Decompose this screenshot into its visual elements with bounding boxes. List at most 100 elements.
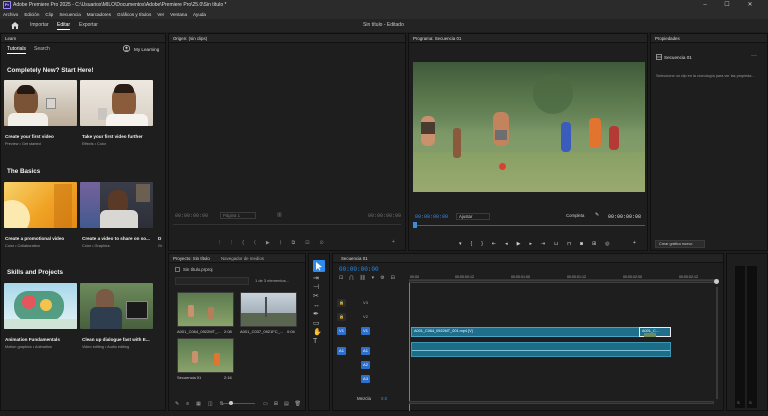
- icon-view-icon[interactable]: ▦: [196, 401, 201, 407]
- ripple-edit-icon[interactable]: ⊣: [313, 283, 322, 292]
- mark-out-icon[interactable]: ⁝: [231, 240, 233, 246]
- minimize-button[interactable]: –: [696, 0, 714, 10]
- track-label-v3[interactable]: V3: [361, 299, 370, 307]
- go-to-in-icon[interactable]: ⇤: [492, 241, 496, 247]
- audio-clip[interactable]: [411, 342, 671, 357]
- go-to-in-icon[interactable]: {: [242, 240, 244, 246]
- create-graphic-button[interactable]: Crear gráfico nuevo: [655, 240, 705, 248]
- wrench-icon[interactable]: ✎: [595, 212, 599, 218]
- pencil-icon[interactable]: ✎: [175, 401, 179, 407]
- more-options-icon[interactable]: ···: [751, 53, 757, 59]
- tutorial-thumbnail[interactable]: [80, 283, 153, 329]
- camera-icon[interactable]: ◙: [580, 241, 583, 247]
- zoom-slider[interactable]: [221, 403, 255, 404]
- mark-in-icon[interactable]: ⁝: [219, 240, 221, 246]
- play-icon[interactable]: ▶: [266, 240, 270, 246]
- maximize-button[interactable]: ☐: [718, 0, 736, 10]
- project-item-thumbnail[interactable]: [177, 338, 234, 373]
- menu-graficos[interactable]: Gráficos y títulos: [117, 12, 151, 17]
- tab-media-browser[interactable]: Navegador de medios: [221, 256, 264, 261]
- timeline-scrollbar[interactable]: [716, 287, 718, 399]
- track-label-v1[interactable]: V1: [361, 327, 370, 335]
- type-icon[interactable]: T: [313, 337, 322, 346]
- tutorial-thumbnail[interactable]: [4, 182, 77, 228]
- menu-marcadores[interactable]: Marcadores: [87, 12, 111, 17]
- program-quality-select[interactable]: Completa: [564, 213, 590, 220]
- go-to-out-icon[interactable]: ⇥: [541, 241, 545, 247]
- menu-ver[interactable]: Ver: [157, 12, 164, 17]
- tutorial-thumbnail[interactable]: [80, 80, 153, 126]
- new-item-icon[interactable]: ⊞: [274, 401, 278, 407]
- rectangle-icon[interactable]: ▭: [313, 319, 322, 328]
- play-icon[interactable]: ▶: [517, 241, 521, 247]
- program-playhead[interactable]: [413, 222, 417, 228]
- track-select-icon[interactable]: ⇥: [313, 274, 322, 283]
- zoom-slider-handle[interactable]: [229, 401, 233, 405]
- lift-icon[interactable]: ⊔: [554, 241, 558, 247]
- linked-icon[interactable]: ⛓: [359, 275, 365, 281]
- extract-icon[interactable]: ⊓: [567, 241, 571, 247]
- timeline-ruler[interactable]: 00:00 00:00:00:12 00:00:01:00 00:00:01:1…: [409, 266, 719, 280]
- mark-out-icon[interactable]: }: [481, 241, 483, 247]
- comparison-icon[interactable]: ⊞: [592, 241, 596, 247]
- step-forward-icon[interactable]: ⟩: [280, 240, 282, 246]
- menu-archivo[interactable]: Archivo: [3, 12, 18, 17]
- source-fit-icon[interactable]: ▥: [277, 212, 282, 218]
- track-label-v2[interactable]: V2: [361, 313, 370, 321]
- my-learning-link[interactable]: My Learning: [134, 47, 159, 52]
- lock-icon[interactable]: 🔒: [337, 299, 346, 307]
- overwrite-icon[interactable]: ⊡: [305, 240, 309, 246]
- zoom-handle[interactable]: [714, 279, 719, 284]
- mark-in-icon[interactable]: {: [471, 241, 473, 247]
- close-button[interactable]: ✕: [741, 0, 759, 10]
- menu-edicion[interactable]: Edición: [24, 12, 39, 17]
- timeline-tab-title[interactable]: Secuencia 01: [341, 256, 368, 261]
- menu-ayuda[interactable]: Ayuda: [193, 12, 206, 17]
- timeline-timecode[interactable]: 00:00:00:00: [339, 266, 379, 273]
- hand-icon[interactable]: ✋: [313, 328, 322, 337]
- project-panel-title[interactable]: Proyecto: Sin título: [173, 256, 210, 261]
- card-title[interactable]: Create your first video: [5, 134, 54, 139]
- tab-import[interactable]: Importar: [30, 22, 49, 28]
- card-title[interactable]: Create a video to share on so...: [82, 236, 150, 241]
- program-fit-select[interactable]: Ajustar: [456, 213, 490, 220]
- source-timecode-in[interactable]: 00:00:00:00: [175, 213, 208, 219]
- meter-s-label-icon[interactable]: S: [749, 400, 752, 405]
- step-back-icon[interactable]: ⟨: [254, 240, 256, 246]
- menu-clip[interactable]: Clip: [45, 12, 53, 17]
- video-clip-2[interactable]: A001_C...: [639, 327, 671, 337]
- tab-export[interactable]: Exportar: [79, 22, 98, 28]
- project-item-thumbnail[interactable]: [177, 292, 234, 327]
- card-title[interactable]: Take your first video further: [82, 134, 143, 139]
- track-label-a2[interactable]: A2: [361, 361, 370, 369]
- project-search-input[interactable]: [175, 277, 249, 285]
- vr-icon[interactable]: ◎: [605, 241, 609, 247]
- list-view-icon[interactable]: ≡: [186, 401, 189, 407]
- freeform-view-icon[interactable]: ◫: [208, 401, 213, 407]
- add-marker-icon[interactable]: ▾: [372, 275, 375, 281]
- track-label-a3[interactable]: A3: [361, 375, 370, 383]
- captions-icon[interactable]: ⊟: [391, 275, 395, 281]
- video-clip[interactable]: A001_C064_0922MT_001.mp4 [V]: [411, 327, 671, 337]
- program-timecode[interactable]: 00:00:00:00: [415, 214, 448, 220]
- mix-value[interactable]: 0.0: [381, 396, 387, 401]
- project-item-thumbnail[interactable]: [240, 292, 297, 327]
- source-add-button-icon[interactable]: +: [392, 239, 395, 245]
- card-title[interactable]: Animation Fundamentals: [5, 337, 60, 342]
- pen-icon[interactable]: ✒: [313, 310, 322, 319]
- timeline-playhead[interactable]: [409, 283, 410, 411]
- selection-tool[interactable]: [313, 260, 325, 272]
- export-frame-icon[interactable]: ⊙: [319, 240, 323, 246]
- bin-icon[interactable]: ▭: [263, 401, 268, 407]
- source-page-select[interactable]: Página 1: [220, 212, 256, 219]
- menu-secuencia[interactable]: Secuencia: [59, 12, 80, 17]
- insert-icon[interactable]: ⧉: [292, 240, 296, 246]
- trash-icon[interactable]: 🗑: [295, 401, 301, 407]
- program-scrubber[interactable]: [413, 225, 645, 226]
- source-patch-v1[interactable]: V1: [337, 327, 346, 335]
- program-video-frame[interactable]: [413, 62, 645, 192]
- meter-s-label-icon[interactable]: S: [737, 400, 740, 405]
- sort-icon[interactable]: ⇅: [220, 401, 224, 407]
- razor-icon[interactable]: ✂: [313, 292, 322, 301]
- timeline-zoom-bar[interactable]: [409, 280, 714, 283]
